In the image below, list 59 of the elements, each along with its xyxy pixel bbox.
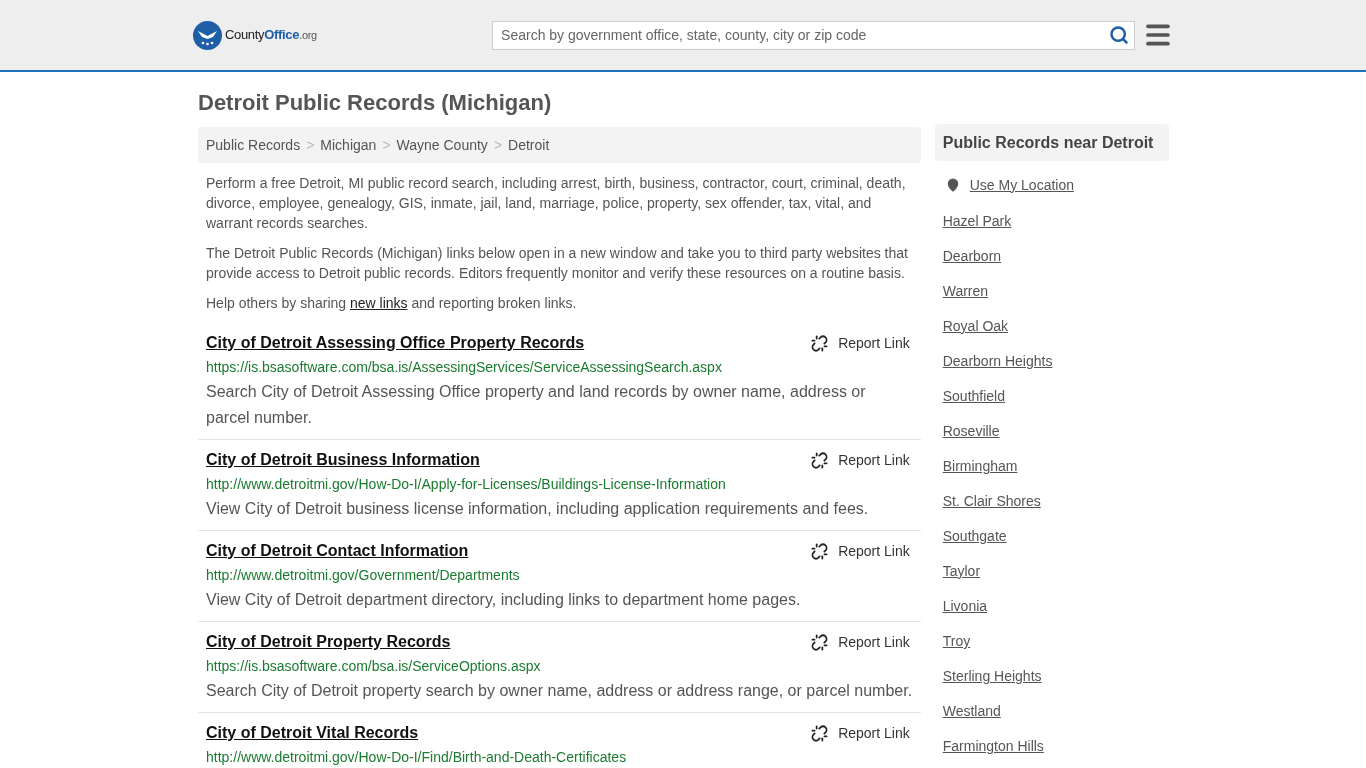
report-link[interactable]: Report Link — [811, 540, 913, 562]
report-link[interactable]: Report Link — [811, 332, 913, 354]
place-link[interactable]: Westland — [942, 703, 1001, 719]
record-title-link[interactable]: City of Detroit Assessing Office Property Records — [206, 331, 585, 355]
record-url: https://is.bsasoftware.com/bsa.is/ServiceOptions.aspx — [206, 657, 542, 676]
intro-paragraph: Perform a free Detroit, MI public record search, including arrest, birth, business, contractor, court, criminal, death, divorce, employee, genealogy, GIS, inmate, jail, land, marriage, police, property, sex offender, tax, vital, and warrant records searches. — [206, 174, 907, 233]
broken-link-icon — [811, 633, 829, 651]
record-url: https://is.bsasoftware.com/bsa.is/AssessingServices/ServiceAssessingSearch.aspx — [206, 358, 723, 377]
record-url: http://www.detroitmi.gov/How-Do-I/Find/Birth-and-Death-Certificates — [206, 748, 628, 767]
record-description: View City of Detroit department directory, including links to department home pages. — [206, 590, 802, 610]
place-link[interactable]: Dearborn Heights — [942, 353, 1053, 369]
place-link[interactable]: Troy — [942, 633, 971, 649]
record-description: View City of Detroit business license information, including application requirements and fees. — [206, 499, 870, 519]
record-url: http://www.detroitmi.gov/How-Do-I/Apply-for-Licenses/Buildings-License-Information — [206, 475, 727, 494]
broken-link-icon — [811, 334, 829, 352]
place-link[interactable]: Southgate — [942, 528, 1007, 544]
search-field[interactable]: Search by government office, state, county, city or zip code — [492, 20, 1136, 50]
intro-paragraph: The Detroit Public Records (Michigan) links below open in a new window and take you to third party websites that provide access to Detroit public records. Editors frequently monitor and verify these resources on a routine basis. — [206, 244, 909, 283]
location-pin-icon — [945, 178, 960, 192]
broken-link-icon — [811, 451, 829, 469]
breadcrumb-link[interactable]: Wayne County — [396, 134, 488, 156]
breadcrumb-separator: > — [493, 135, 503, 155]
place-link[interactable]: St. Clair Shores — [942, 493, 1041, 509]
place-link[interactable]: Livonia — [942, 598, 988, 614]
record-title-link[interactable]: City of Detroit Contact Information — [206, 539, 469, 563]
eagle-logo-icon[interactable] — [193, 20, 222, 50]
place-link[interactable]: Royal Oak — [942, 318, 1009, 334]
breadcrumb-separator: > — [306, 135, 315, 155]
use-location-link[interactable]: Use My Location — [969, 174, 1074, 196]
search-icon[interactable] — [1109, 24, 1130, 45]
broken-link-icon — [811, 724, 829, 742]
new-links-link[interactable]: new links — [349, 295, 408, 311]
place-link[interactable]: Roseville — [942, 423, 1000, 439]
report-link[interactable]: Report Link — [811, 631, 913, 653]
help-text: Help others by sharing new links and reporting broken links. — [206, 294, 578, 313]
record-title-link[interactable]: City of Detroit Property Records — [206, 630, 451, 654]
place-link[interactable]: Warren — [942, 283, 989, 299]
logo-text[interactable]: CountyOffice.org — [225, 25, 317, 45]
report-link[interactable]: Report Link — [811, 449, 913, 471]
report-link[interactable]: Report Link — [811, 722, 913, 744]
record-description: Search City of Detroit property search by owner name, address or address range, or parcel number. — [206, 681, 913, 701]
record-title-link[interactable]: City of Detroit Vital Records — [206, 721, 419, 745]
breadcrumb-separator: > — [382, 135, 391, 155]
place-link[interactable]: Sterling Heights — [942, 668, 1042, 684]
broken-link-icon — [811, 542, 829, 560]
record-title-link[interactable]: City of Detroit Business Information — [206, 448, 480, 472]
place-link[interactable]: Southfield — [942, 388, 1005, 404]
place-link[interactable]: Hazel Park — [942, 213, 1012, 229]
sidebar-heading: Public Records near Detroit — [934, 124, 1169, 161]
place-link[interactable]: Birmingham — [942, 458, 1018, 474]
breadcrumb-link[interactable]: Detroit — [508, 134, 550, 156]
place-link[interactable]: Dearborn — [942, 248, 1002, 264]
place-link[interactable]: Taylor — [942, 563, 981, 579]
breadcrumb-link[interactable]: Public Records — [206, 134, 301, 156]
place-link[interactable]: Farmington Hills — [942, 738, 1044, 754]
breadcrumb-link[interactable]: Michigan — [320, 134, 377, 156]
page-title: Detroit Public Records (Michigan) — [198, 89, 553, 117]
record-url: http://www.detroitmi.gov/Government/Departments — [206, 566, 521, 585]
record-description: Search City of Detroit Assessing Office property and land records by owner name, address or parcel number. — [206, 382, 867, 428]
